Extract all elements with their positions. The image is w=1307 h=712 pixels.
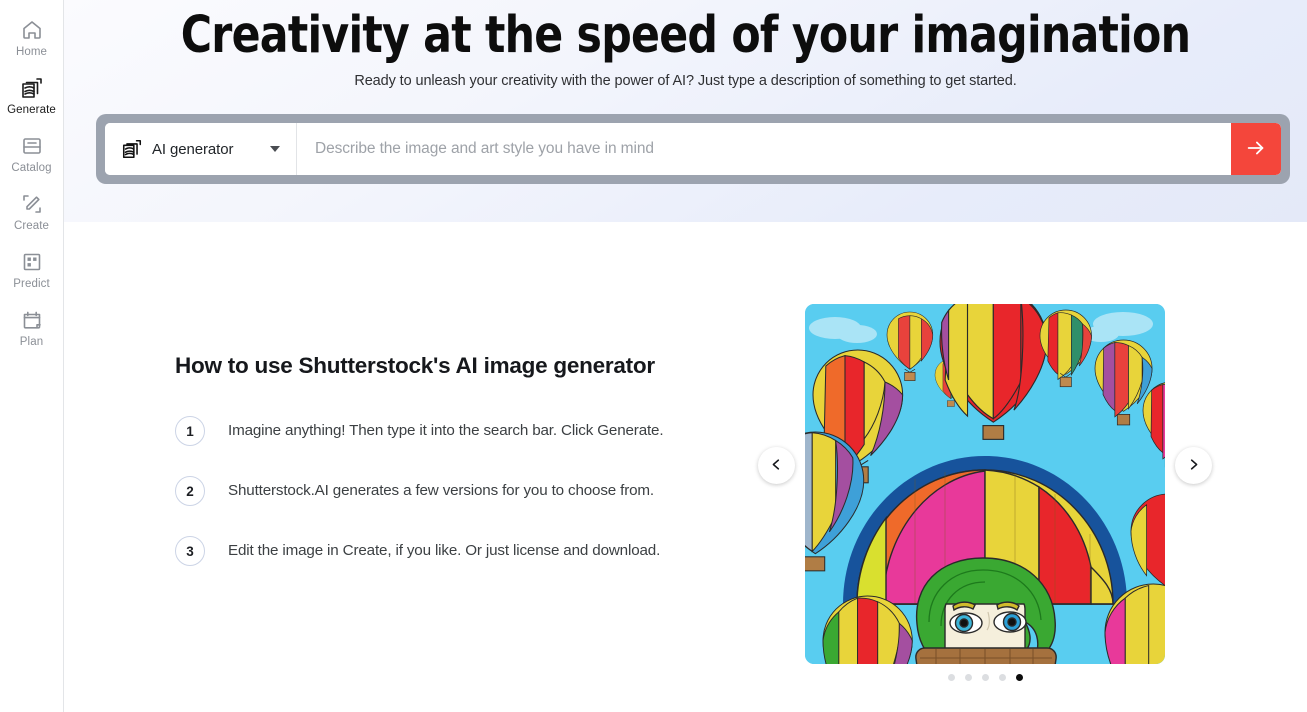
sidebar-item-predict-label: Predict bbox=[13, 278, 50, 290]
submit-button[interactable] bbox=[1231, 123, 1281, 175]
step-text: Edit the image in Create, if you like. O… bbox=[228, 542, 661, 559]
list-item: 1 Imagine anything! Then type it into th… bbox=[175, 416, 735, 446]
prompt-input[interactable] bbox=[297, 123, 1231, 175]
list-item: 2 Shutterstock.AI generates a few versio… bbox=[175, 476, 735, 506]
sidebar-item-home[interactable]: Home bbox=[2, 14, 62, 62]
example-carousel: illustration of a child in a hot hair ba… bbox=[758, 304, 1212, 681]
sidebar-item-predict[interactable]: Predict bbox=[2, 246, 62, 294]
left-sidebar: Home Generate Catalog Create Predict Pla… bbox=[0, 0, 64, 712]
chevron-down-icon bbox=[270, 146, 280, 152]
carousel-dot-active[interactable] bbox=[1015, 674, 1023, 681]
how-to-steps: 1 Imagine anything! Then type it into th… bbox=[175, 416, 735, 566]
carousel-pagination bbox=[805, 674, 1165, 681]
sidebar-item-home-label: Home bbox=[15, 46, 48, 58]
carousel-prev-button[interactable] bbox=[758, 447, 795, 484]
hero-section: Creativity at the speed of your imaginat… bbox=[64, 0, 1307, 222]
search-bar: AI generator bbox=[105, 123, 1281, 175]
page-title: Creativity at the speed of your imaginat… bbox=[180, 6, 1191, 65]
generator-mode-label: AI generator bbox=[152, 140, 234, 158]
chevron-left-icon bbox=[769, 457, 784, 475]
step-number: 3 bbox=[175, 536, 205, 566]
search-bar-container: AI generator bbox=[96, 114, 1290, 184]
carousel-image bbox=[805, 304, 1165, 664]
chevron-right-icon bbox=[1186, 457, 1201, 475]
sidebar-item-plan-label: Plan bbox=[19, 336, 44, 348]
plan-icon bbox=[20, 308, 44, 332]
carousel-dot[interactable] bbox=[998, 674, 1006, 681]
sidebar-item-generate[interactable]: Generate bbox=[2, 72, 62, 120]
catalog-icon bbox=[20, 134, 44, 158]
carousel-dot[interactable] bbox=[947, 674, 955, 681]
arrow-right-icon bbox=[1245, 137, 1267, 162]
create-icon bbox=[20, 192, 44, 216]
carousel-dot[interactable] bbox=[981, 674, 989, 681]
content-section: How to use Shutterstock's AI image gener… bbox=[64, 222, 1307, 712]
hero-subtitle: Ready to unleash your creativity with th… bbox=[354, 73, 1017, 89]
sidebar-item-catalog[interactable]: Catalog bbox=[2, 130, 62, 178]
sidebar-item-plan[interactable]: Plan bbox=[2, 304, 62, 352]
step-number: 1 bbox=[175, 416, 205, 446]
app-root: Home Generate Catalog Create Predict Pla… bbox=[0, 0, 1307, 712]
home-icon bbox=[20, 18, 44, 42]
carousel-next-button[interactable] bbox=[1175, 447, 1212, 484]
generate-icon bbox=[20, 76, 44, 100]
main-content: Creativity at the speed of your imaginat… bbox=[64, 0, 1307, 712]
how-to-title: How to use Shutterstock's AI image gener… bbox=[175, 353, 655, 378]
carousel-dot[interactable] bbox=[964, 674, 972, 681]
sidebar-item-catalog-label: Catalog bbox=[11, 162, 52, 174]
sidebar-item-create-label: Create bbox=[13, 220, 50, 232]
step-text: Shutterstock.AI generates a few versions… bbox=[228, 482, 654, 499]
predict-icon bbox=[20, 250, 44, 274]
sidebar-item-create[interactable]: Create bbox=[2, 188, 62, 236]
generator-mode-dropdown[interactable]: AI generator bbox=[105, 123, 297, 175]
how-to-use-panel: How to use Shutterstock's AI image gener… bbox=[175, 352, 735, 566]
ai-generator-icon bbox=[121, 138, 143, 160]
step-number: 2 bbox=[175, 476, 205, 506]
sidebar-item-generate-label: Generate bbox=[7, 104, 56, 116]
step-text: Imagine anything! Then type it into the … bbox=[228, 422, 664, 439]
list-item: 3 Edit the image in Create, if you like.… bbox=[175, 536, 735, 566]
